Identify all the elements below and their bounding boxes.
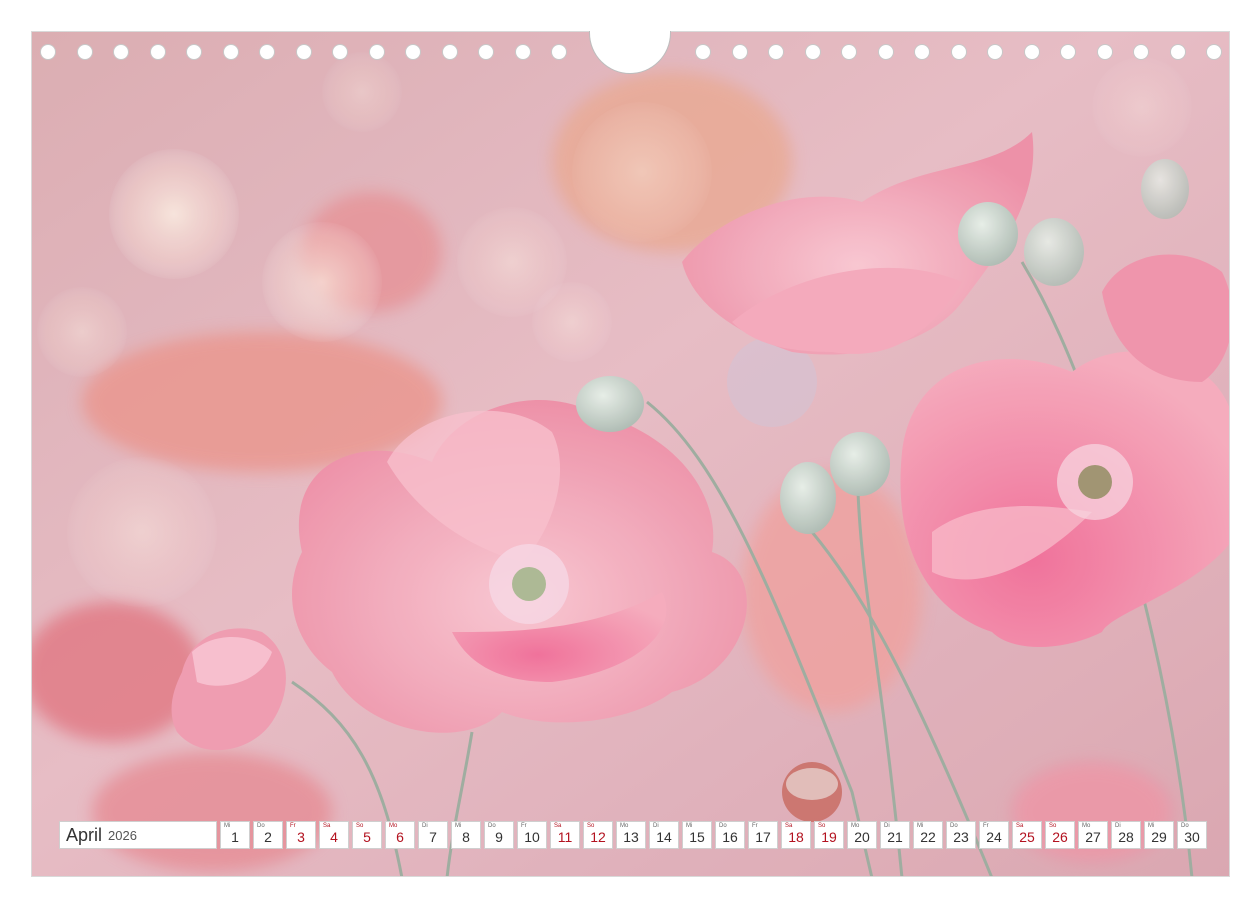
day-cell: Sa 18 bbox=[781, 821, 811, 849]
day-number: 13 bbox=[623, 829, 639, 845]
day-cell: Sa 4 bbox=[319, 821, 349, 849]
day-number: 25 bbox=[1019, 829, 1035, 845]
day-number: 18 bbox=[788, 829, 804, 845]
day-cell: Fr 10 bbox=[517, 821, 547, 849]
day-number: 4 bbox=[330, 829, 338, 845]
day-number: 16 bbox=[722, 829, 738, 845]
poppy-illustration bbox=[32, 32, 1229, 876]
day-cell: Di 28 bbox=[1111, 821, 1141, 849]
day-cell: Sa 11 bbox=[550, 821, 580, 849]
day-number: 12 bbox=[590, 829, 606, 845]
day-cell: Fr 24 bbox=[979, 821, 1009, 849]
month-year: 2026 bbox=[108, 827, 137, 843]
day-number: 30 bbox=[1184, 829, 1200, 845]
day-cell: Mi 1 bbox=[220, 821, 250, 849]
day-cell: Mi 15 bbox=[682, 821, 712, 849]
day-cell: So 5 bbox=[352, 821, 382, 849]
day-cell: So 12 bbox=[583, 821, 613, 849]
calendar-photo bbox=[31, 31, 1230, 877]
day-cell: So 19 bbox=[814, 821, 844, 849]
day-number: 15 bbox=[689, 829, 705, 845]
day-cell: Do 2 bbox=[253, 821, 283, 849]
day-cell: Mo 13 bbox=[616, 821, 646, 849]
day-number: 3 bbox=[297, 829, 305, 845]
month-name: April bbox=[66, 824, 103, 845]
day-number: 24 bbox=[986, 829, 1002, 845]
day-cell: Do 16 bbox=[715, 821, 745, 849]
day-number: 9 bbox=[495, 829, 503, 845]
day-number: 14 bbox=[656, 829, 672, 845]
day-cells: Mi 1 Do 2 Fr 3 Sa 4 So 5 Mo 6 Di 7 Mi 8 Do 9 Fr 10 Sa 11 So 12 M… bbox=[220, 821, 1207, 849]
day-cell: So 26 bbox=[1045, 821, 1075, 849]
day-cell: Mo 27 bbox=[1078, 821, 1108, 849]
day-cell: Do 30 bbox=[1177, 821, 1207, 849]
day-number: 20 bbox=[854, 829, 870, 845]
day-number: 7 bbox=[429, 829, 437, 845]
day-number: 17 bbox=[755, 829, 771, 845]
day-cell: Fr 3 bbox=[286, 821, 316, 849]
day-cell: Mo 20 bbox=[847, 821, 877, 849]
day-cell: Sa 25 bbox=[1012, 821, 1042, 849]
month-label: April 2026 bbox=[59, 821, 217, 849]
day-number: 10 bbox=[524, 829, 540, 845]
day-number: 2 bbox=[264, 829, 272, 845]
day-number: 21 bbox=[887, 829, 903, 845]
day-number: 11 bbox=[557, 829, 573, 845]
day-number: 1 bbox=[231, 829, 239, 845]
calendar-strip: April 2026 Mi 1 Do 2 Fr 3 Sa 4 So 5 Mo 6 Di 7 Mi 8 Do 9 Fr… bbox=[59, 821, 1207, 849]
day-cell: Mo 6 bbox=[385, 821, 415, 849]
day-cell: Do 23 bbox=[946, 821, 976, 849]
day-cell: Mi 22 bbox=[913, 821, 943, 849]
day-cell: Fr 17 bbox=[748, 821, 778, 849]
day-cell: Do 9 bbox=[484, 821, 514, 849]
day-number: 6 bbox=[396, 829, 404, 845]
day-number: 26 bbox=[1052, 829, 1068, 845]
day-number: 28 bbox=[1118, 829, 1134, 845]
day-number: 19 bbox=[821, 829, 837, 845]
day-number: 29 bbox=[1151, 829, 1167, 845]
day-cell: Mi 8 bbox=[451, 821, 481, 849]
day-cell: Di 14 bbox=[649, 821, 679, 849]
day-number: 27 bbox=[1085, 829, 1101, 845]
day-number: 22 bbox=[920, 829, 936, 845]
day-cell: Mi 29 bbox=[1144, 821, 1174, 849]
day-number: 8 bbox=[462, 829, 470, 845]
day-cell: Di 7 bbox=[418, 821, 448, 849]
day-number: 5 bbox=[363, 829, 371, 845]
day-number: 23 bbox=[953, 829, 969, 845]
day-cell: Di 21 bbox=[880, 821, 910, 849]
